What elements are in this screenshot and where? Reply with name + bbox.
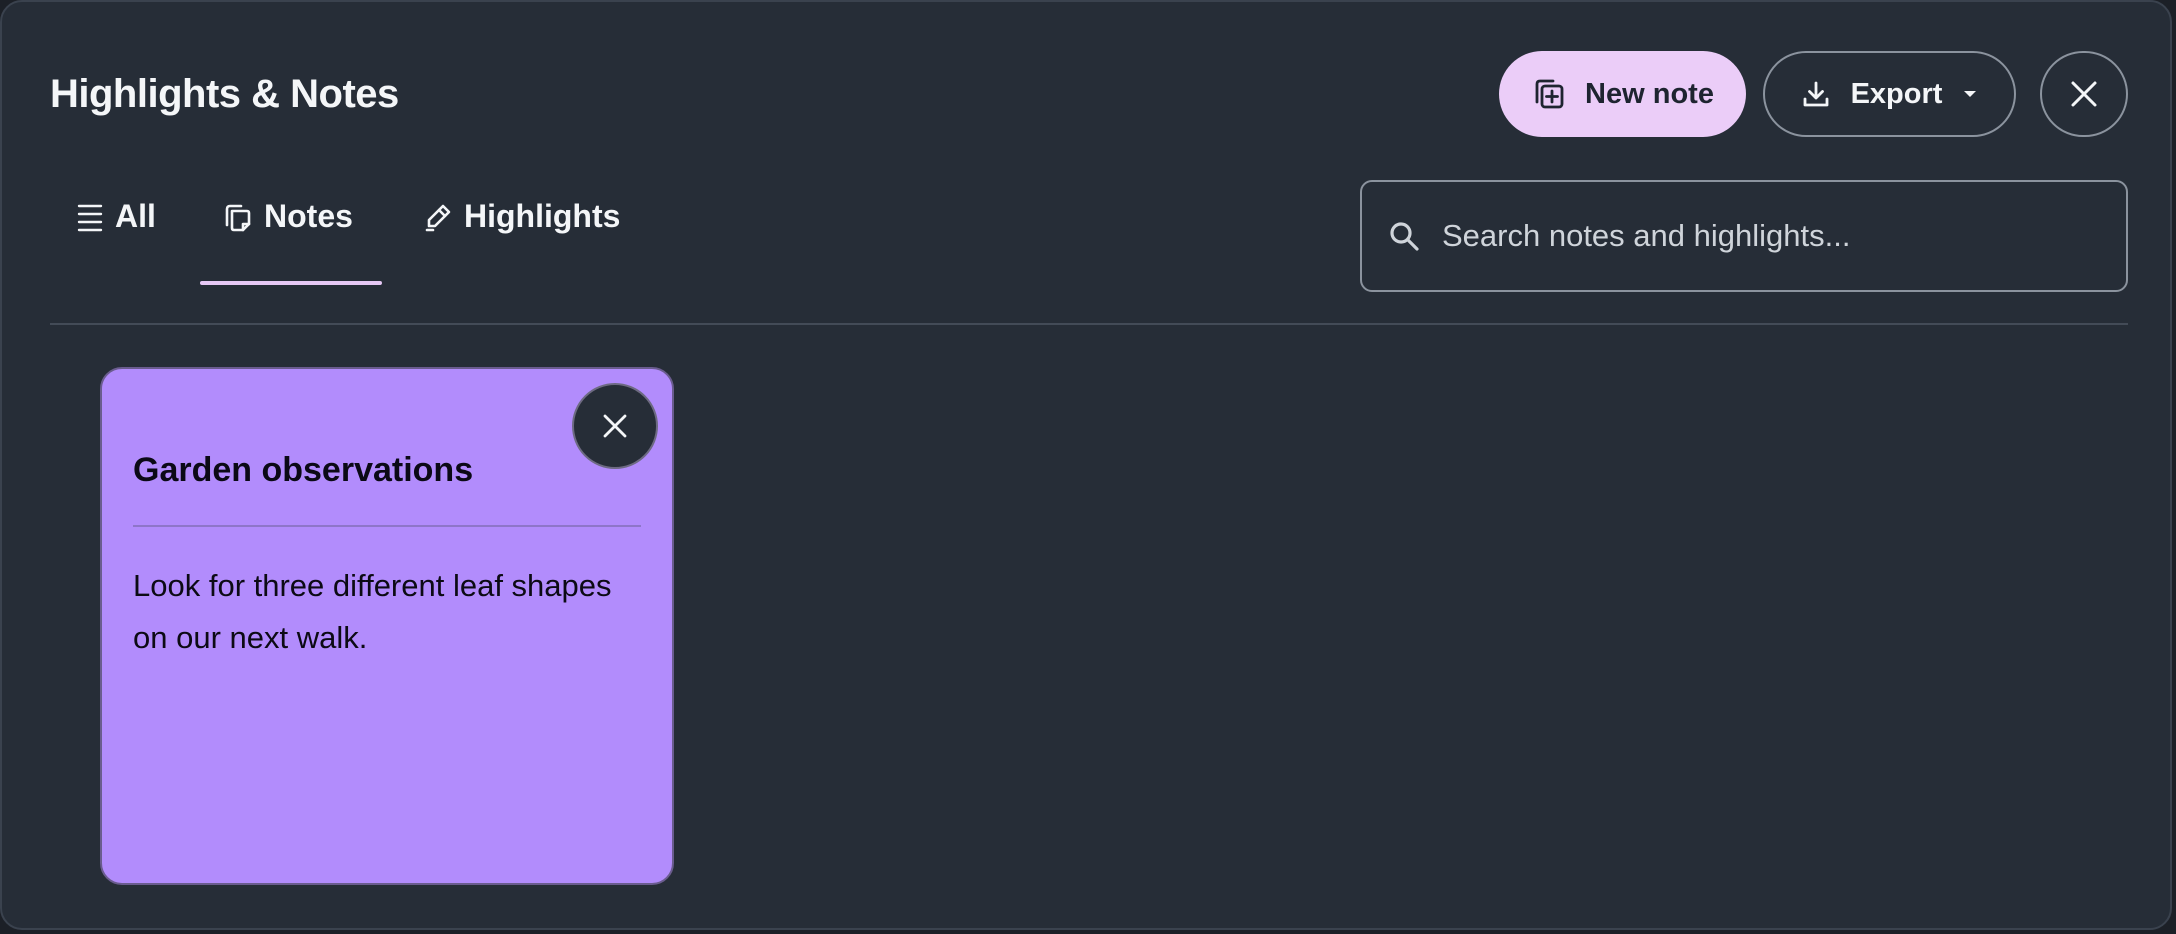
note-title: Garden observations xyxy=(133,451,474,489)
note-card[interactable]: Garden observations Look for three diffe… xyxy=(100,367,674,885)
export-label: Export xyxy=(1850,77,1943,110)
panel-title: Highlights & Notes xyxy=(50,72,399,116)
tab-highlights[interactable]: Highlights xyxy=(424,198,620,288)
search-icon xyxy=(1388,220,1420,252)
download-icon xyxy=(1801,79,1831,109)
search-input[interactable] xyxy=(1440,217,2126,255)
tab-all-label: All xyxy=(115,198,156,234)
chevron-down-icon xyxy=(1962,89,1978,99)
close-icon xyxy=(2069,79,2099,109)
header-divider xyxy=(50,323,2128,325)
list-icon xyxy=(77,203,103,233)
close-panel-button[interactable] xyxy=(2040,51,2128,137)
new-note-icon xyxy=(1531,76,1567,112)
delete-note-button[interactable] xyxy=(572,383,658,469)
export-button[interactable]: Export xyxy=(1763,51,2016,137)
pen-icon xyxy=(424,203,452,233)
tab-highlights-label: Highlights xyxy=(464,198,621,234)
search-box xyxy=(1360,180,2128,292)
new-note-label: New note xyxy=(1585,77,1714,110)
close-icon xyxy=(601,412,629,440)
active-tab-indicator xyxy=(200,281,382,285)
tab-all[interactable]: All xyxy=(77,198,156,288)
new-note-button[interactable]: New note xyxy=(1499,51,1746,137)
notes-icon xyxy=(224,203,252,233)
note-body: Look for three different leaf shapes on … xyxy=(133,568,612,655)
highlights-notes-panel: Highlights & Notes New note Export All N… xyxy=(0,0,2172,930)
tab-notes-label: Notes xyxy=(264,198,353,234)
tab-notes[interactable]: Notes xyxy=(224,198,353,288)
note-divider xyxy=(133,525,641,527)
